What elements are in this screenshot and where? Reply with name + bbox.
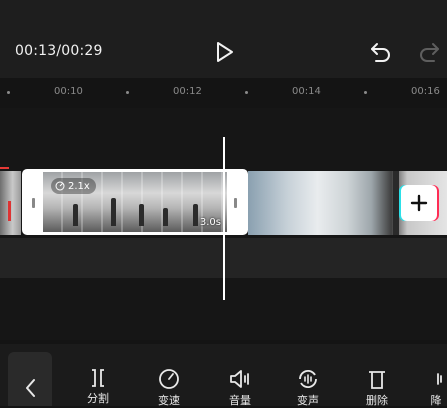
split-icon — [92, 369, 104, 387]
clip-trim-handle-left[interactable] — [25, 172, 43, 232]
clip-duration: 3.0s — [199, 217, 221, 228]
play-button[interactable] — [212, 40, 236, 64]
thumbnail-figure — [73, 204, 78, 226]
noise-icon — [437, 373, 442, 385]
speed-badge-label: 2.1x — [68, 180, 90, 192]
redo-icon — [420, 43, 439, 62]
tool-delete[interactable]: 删除 — [357, 368, 397, 408]
ruler-label: 00:12 — [173, 86, 202, 97]
undo-button[interactable] — [370, 42, 392, 62]
back-button[interactable] — [8, 352, 52, 406]
edit-toolbar: 分割 变速 音量 变声 删除 降 — [0, 344, 447, 408]
undo-icon — [371, 43, 390, 62]
video-clip-selected[interactable]: 2.1x 3.0s — [22, 169, 248, 235]
ruler-label: 00:10 — [54, 86, 83, 97]
thumbnail-figure — [193, 204, 198, 226]
clip-trim-handle-right[interactable] — [227, 172, 245, 232]
tool-label: 分割 — [87, 392, 109, 405]
ruler-label: 00:14 — [292, 86, 321, 97]
volume-icon — [230, 370, 249, 388]
thumbnail-figure — [139, 204, 144, 226]
ruler-dot — [126, 91, 129, 94]
tool-volume[interactable]: 音量 — [220, 368, 260, 408]
voice-change-icon — [299, 369, 317, 389]
redo-button[interactable] — [418, 42, 440, 62]
tool-noise[interactable]: 降 — [425, 368, 447, 408]
ruler-label: 00:16 — [411, 86, 440, 97]
player-top-bar: 00:13/00:29 — [0, 0, 447, 78]
add-clip-button[interactable] — [401, 185, 437, 221]
ruler-dot — [7, 91, 10, 94]
chevron-left-icon — [26, 379, 35, 397]
time-ruler[interactable]: 00:10 00:12 00:14 00:16 — [0, 78, 447, 108]
ruler-dot — [364, 91, 367, 94]
red-marker — [0, 167, 9, 169]
video-clip-previous[interactable] — [0, 171, 21, 235]
tool-speed[interactable]: 变速 — [149, 368, 189, 408]
tool-split[interactable]: 分割 — [78, 368, 118, 408]
speed-dial-icon — [55, 181, 65, 191]
timecode: 00:13/00:29 — [15, 43, 103, 59]
tool-voice-change[interactable]: 变声 — [288, 368, 328, 408]
delete-icon — [369, 371, 385, 389]
thumbnail-figure — [111, 198, 116, 226]
speed-badge: 2.1x — [51, 178, 96, 194]
clip-thumbnail-detail — [8, 201, 11, 221]
playhead[interactable] — [223, 137, 225, 300]
ruler-dot — [245, 91, 248, 94]
clip-thumbnail: 2.1x 3.0s — [43, 172, 227, 232]
play-icon — [217, 42, 233, 62]
thumbnail-figure — [163, 208, 168, 226]
clip-thumbnail-detail — [393, 171, 399, 235]
speed-dial-icon — [159, 369, 179, 389]
plus-icon — [410, 194, 428, 212]
